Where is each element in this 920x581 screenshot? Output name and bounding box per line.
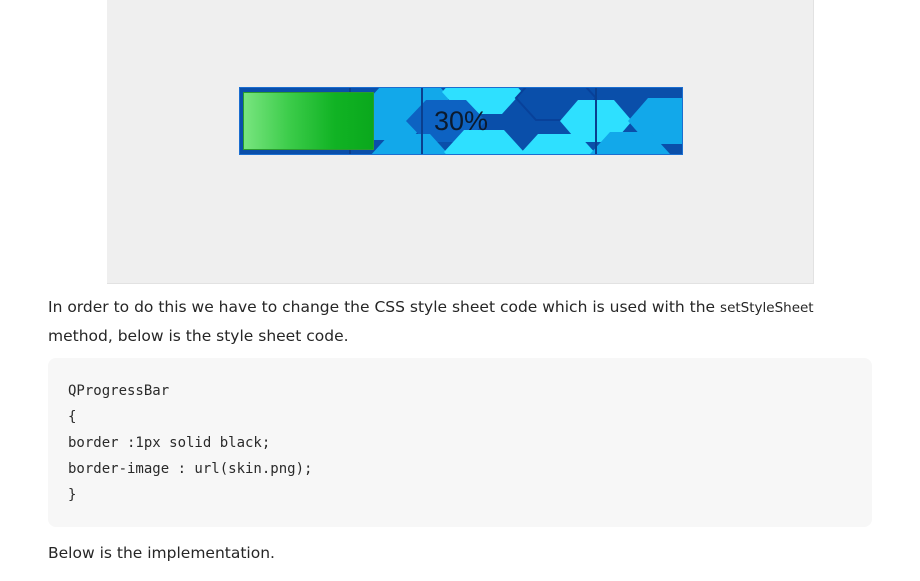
code-line: {: [68, 409, 77, 425]
code-line: }: [68, 487, 77, 503]
intro-text-before: In order to do this we have to change th…: [48, 298, 721, 316]
code-block: QProgressBar { border :1px solid black; …: [48, 358, 872, 527]
intro-paragraph: In order to do this we have to change th…: [48, 293, 878, 350]
intro-text-after: method, below is the style sheet code.: [48, 327, 349, 345]
code-line: border :1px solid black;: [68, 435, 271, 451]
inline-code-setstylesheet: setStyleSheet: [720, 300, 814, 316]
code-line: border-image : url(skin.png);: [68, 461, 313, 477]
code-line: QProgressBar: [68, 383, 170, 399]
outro-paragraph: Below is the implementation.: [48, 544, 275, 562]
progress-bar-label: 30%: [433, 106, 489, 136]
demo-screenshot-panel: 30%: [107, 0, 814, 284]
progress-bar: 30%: [240, 88, 682, 154]
